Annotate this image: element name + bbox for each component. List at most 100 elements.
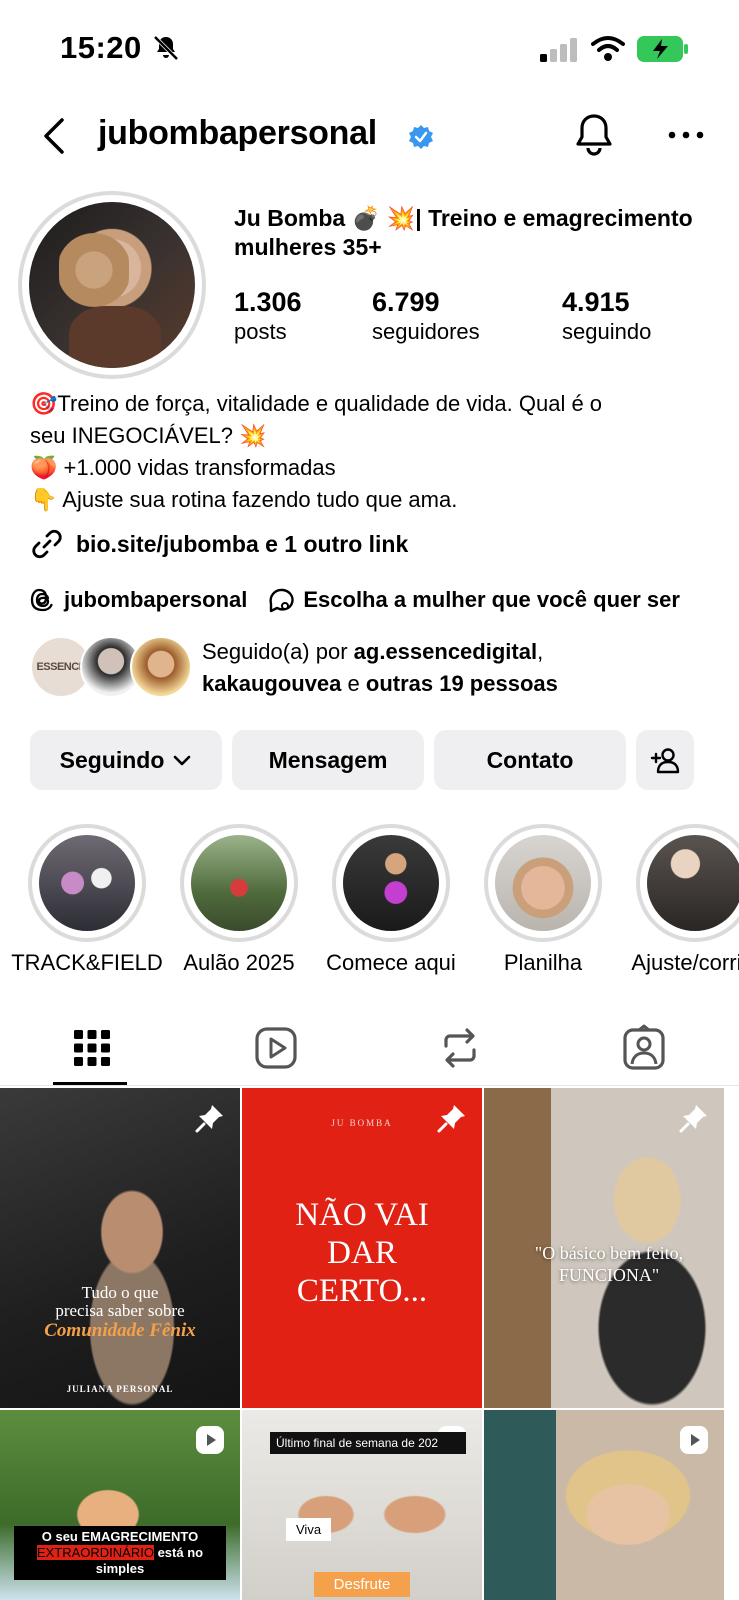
stat-following[interactable]: 4.915 seguindo <box>562 286 651 346</box>
bell-off-icon <box>153 35 179 61</box>
grid-post[interactable]: Tudo o que precisa saber sobre Comunidad… <box>0 1088 240 1408</box>
tagged-icon[interactable] <box>620 1024 668 1072</box>
bio-line: 🎯Treino de força, vitalidade e qualidade… <box>30 391 603 416</box>
post-bottom-caption: Desfrute <box>314 1572 410 1597</box>
contact-button[interactable]: Contato <box>434 730 626 790</box>
post-caption: O seu EMAGRECIMENTO EXTRAORDINÁRIO está … <box>14 1526 226 1580</box>
post-caption: Tudo o que precisa saber sobre Comunidad… <box>0 1283 240 1341</box>
story-highlight[interactable]: Ajuste/corrija <box>631 824 739 975</box>
post-red-tag: EXTRAORDINÁRIO <box>36 1545 154 1560</box>
suggested-users-button[interactable] <box>636 730 694 790</box>
highlight-label: Ajuste/corrija <box>631 950 739 975</box>
bio-link-text[interactable]: bio.site/jubomba e 1 outro link <box>76 531 408 558</box>
post-highlight-text: Comunidade Fênix <box>44 1320 196 1341</box>
threads-handle[interactable]: jubombapersonal <box>64 587 247 613</box>
active-tab-indicator <box>53 1082 127 1085</box>
pin-icon <box>679 1105 707 1133</box>
more-icon[interactable] <box>666 125 706 145</box>
stat-label: posts <box>234 319 287 344</box>
profile-photo <box>29 202 195 368</box>
stat-followers[interactable]: 6.799 seguidores <box>372 286 480 346</box>
profile-tabs <box>0 1010 739 1086</box>
pin-icon <box>195 1105 223 1133</box>
back-icon[interactable] <box>36 114 76 158</box>
highlight-cover <box>39 835 135 931</box>
profile-bio: 🎯Treino de força, vitalidade e qualidade… <box>30 388 720 516</box>
stat-label: seguindo <box>562 319 652 344</box>
followed-prefix: Seguido(a) por <box>202 639 354 664</box>
profile-username: jubombapersonal <box>98 114 377 152</box>
post-line: precisa saber sobre <box>55 1301 185 1320</box>
post-line: FUNCIONA" <box>558 1265 660 1285</box>
post-line: Tudo o que <box>81 1283 159 1302</box>
highlight-cover <box>343 835 439 931</box>
signal-icon <box>540 38 577 62</box>
story-highlight[interactable]: Planilha <box>483 824 603 975</box>
highlight-cover <box>647 835 739 931</box>
status-bar: 15:20 <box>0 0 739 100</box>
grid-post[interactable] <box>484 1410 724 1600</box>
followed-by-text: Seguido(a) por ag.essencedigital, kakaugo… <box>202 636 732 700</box>
bell-icon[interactable] <box>572 112 616 158</box>
follower-avatar <box>130 636 192 698</box>
followed-sep: e <box>341 671 366 696</box>
bio-line: seu INEGOCIÁVEL? 💥 <box>30 423 267 448</box>
highlight-cover <box>191 835 287 931</box>
wifi-icon <box>591 36 625 61</box>
followed-others: outras 19 pessoas <box>365 671 558 696</box>
stat-value: 6.799 <box>372 287 440 317</box>
grid-post[interactable]: "O básico bem feito, FUNCIONA" <box>484 1088 724 1408</box>
followed-sep: , <box>537 639 544 664</box>
following-button[interactable]: Seguindo <box>30 730 222 790</box>
broadcast-channel-icon <box>269 588 295 613</box>
story-highlight[interactable]: Comece aqui <box>326 824 456 975</box>
status-time: 15:20 <box>60 30 142 65</box>
reel-icon <box>196 1426 224 1454</box>
chevron-down-icon <box>174 755 191 766</box>
profile-avatar[interactable] <box>18 191 206 379</box>
post-brand: JU BOMBA <box>331 1118 393 1128</box>
following-label: Seguindo <box>59 746 165 773</box>
grid-post[interactable]: O seu EMAGRECIMENTO EXTRAORDINÁRIO está … <box>0 1410 240 1600</box>
followed-by[interactable]: ESSENCE Seguido(a) por ag.essencedigital… <box>30 636 730 700</box>
follower-name: kakaugouvea <box>202 671 342 696</box>
profile-header: jubombapersonal <box>0 100 739 180</box>
post-line: DAR <box>327 1235 397 1271</box>
battery-charging-icon <box>637 36 688 62</box>
post-line: EXTRAORDINÁRIO está no simples <box>18 1545 222 1577</box>
highlight-label: TRACK&FIELD <box>11 950 163 975</box>
stat-posts[interactable]: 1.306 posts <box>234 286 302 346</box>
reposts-icon[interactable] <box>436 1024 484 1072</box>
story-highlight[interactable]: Aulão 2025 <box>179 824 299 975</box>
channel-link[interactable]: Escolha a mulher que você quer ser <box>303 587 703 613</box>
post-line: O seu EMAGRECIMENTO <box>41 1529 199 1544</box>
contact-label: Contato <box>486 746 574 773</box>
bio-link[interactable]: bio.site/jubomba e 1 outro link <box>30 526 408 562</box>
highlight-label: Comece aqui <box>326 950 456 975</box>
post-line: CERTO... <box>296 1273 428 1309</box>
post-line: NÃO VAI <box>295 1197 429 1233</box>
stat-value: 1.306 <box>234 287 302 317</box>
threads-icon[interactable] <box>30 587 56 613</box>
verified-badge-icon <box>409 125 433 149</box>
story-highlight[interactable]: TRACK&FIELD <box>11 824 163 975</box>
message-label: Mensagem <box>268 746 388 773</box>
bio-line: 🍑 +1.000 vidas transformadas <box>30 455 336 480</box>
link-icon <box>32 529 62 559</box>
follower-name: ag.essencedigital <box>353 639 538 664</box>
post-tag: Viva <box>286 1518 332 1541</box>
stat-label: seguidores <box>372 319 480 344</box>
grid-post[interactable]: Último final de semana de 202 Viva Desfr… <box>242 1410 482 1600</box>
post-top-caption: Último final de semana de 202 <box>270 1432 466 1454</box>
highlight-cover <box>495 835 591 931</box>
post-footer: JULIANA PERSONAL <box>66 1384 174 1394</box>
stat-value: 4.915 <box>562 287 630 317</box>
display-name: Ju Bomba 💣 💥| Treino e emagrecimento mul… <box>234 205 693 260</box>
grid-icon[interactable] <box>68 1024 116 1072</box>
threads-channel-row: jubombapersonal Escolha a mulher que voc… <box>30 582 730 618</box>
highlight-label: Aulão 2025 <box>183 950 295 975</box>
message-button[interactable]: Mensagem <box>232 730 424 790</box>
reel-icon <box>680 1426 708 1454</box>
reels-icon[interactable] <box>252 1024 300 1072</box>
grid-post[interactable]: JU BOMBA NÃO VAI DAR CERTO... <box>242 1088 482 1408</box>
